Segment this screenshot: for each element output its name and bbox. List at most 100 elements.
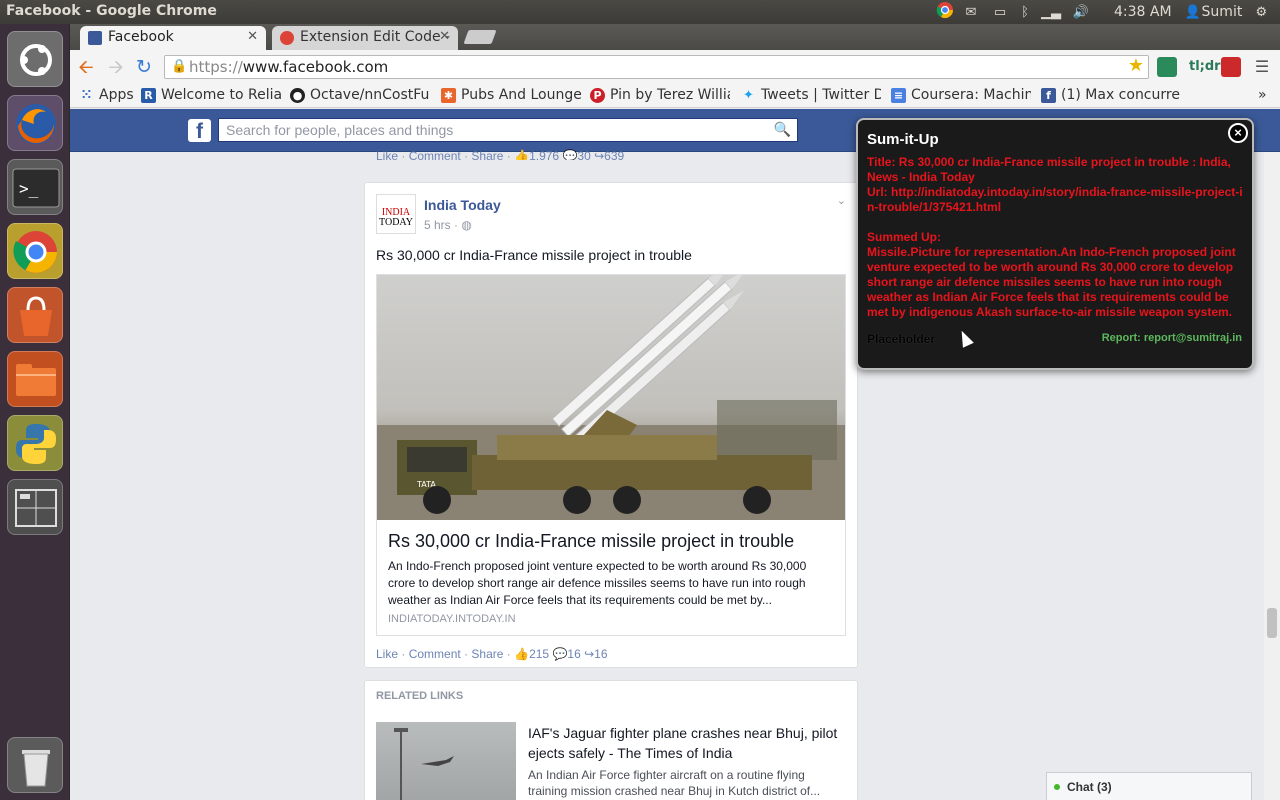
battery-icon[interactable]: ▭ <box>986 5 1014 20</box>
post-time[interactable]: 5 hrs <box>424 218 451 232</box>
trash-icon[interactable] <box>7 737 63 793</box>
red-book-extension-icon[interactable] <box>1221 57 1241 77</box>
comment-count[interactable]: 16 <box>567 647 580 661</box>
mouse-cursor-icon <box>956 328 974 348</box>
bookmark-label: Tweets | Twitter D <box>761 87 881 103</box>
tab-facebook[interactable]: Facebook ✕ <box>80 26 266 50</box>
python-icon[interactable] <box>7 415 63 471</box>
tab-close-icon[interactable]: ✕ <box>439 29 450 44</box>
bookmark-pubs[interactable]: ✱ Pubs And Lounges <box>441 87 581 103</box>
link-description: An Indo-French proposed joint venture ex… <box>388 559 807 607</box>
bookmark-label: Coursera: Machine <box>911 87 1031 103</box>
mail-icon[interactable]: ✉ <box>956 5 986 20</box>
tab-extension-edit[interactable]: Extension Edit Code - ✕ <box>272 26 458 50</box>
chrome-launcher-icon[interactable] <box>7 223 63 279</box>
volume-icon[interactable]: 🔊 <box>1066 5 1096 20</box>
comment-bubble-icon: 💬 <box>552 647 568 661</box>
post-text: Rs 30,000 cr India-France missile projec… <box>376 247 692 263</box>
zomato-icon: ✱ <box>441 88 456 103</box>
share-link[interactable]: Share <box>471 647 503 661</box>
bookmark-coursera[interactable]: ≡ Coursera: Machine <box>891 87 1031 103</box>
bookmarks-bar: ⁙ Apps R Welcome to Relian ● Octave/nnCo… <box>70 84 1280 108</box>
post-actions: Like · Comment · Share · 👍215 💬16 ↪16 <box>376 647 608 661</box>
apps-grid-icon: ⁙ <box>81 88 92 103</box>
files-icon[interactable] <box>7 351 63 407</box>
chrome-tray-icon[interactable] <box>934 1 956 23</box>
share-link[interactable]: Share <box>471 149 503 160</box>
bookmark-apps[interactable]: ⁙ Apps <box>79 87 145 103</box>
like-link[interactable]: Like <box>376 149 398 160</box>
like-count[interactable]: 215 <box>529 647 549 661</box>
tab-extension-edit-label: Extension Edit Code - <box>300 29 451 45</box>
popup-summed-label: Summed Up: <box>867 230 942 244</box>
comment-count[interactable]: 30 <box>577 149 590 160</box>
facebook-chat-bar[interactable]: Chat (3) <box>1046 772 1252 800</box>
share-count[interactable]: 639 <box>604 149 624 160</box>
india-today-avatar[interactable]: INDIA TODAY <box>376 194 416 234</box>
close-icon[interactable]: × <box>1228 123 1248 143</box>
post-author[interactable]: India Today <box>424 197 501 213</box>
clock[interactable]: 4:38 AM <box>1114 4 1172 20</box>
like-count[interactable]: 1,976 <box>529 149 559 160</box>
bookmark-label: Pubs And Lounges <box>461 87 581 103</box>
back-arrow-icon[interactable]: 🡨 <box>74 55 98 79</box>
page-scrollbar-thumb[interactable] <box>1267 608 1277 638</box>
window-title: Facebook - Google Chrome <box>6 3 217 19</box>
tab-strip: Facebook ✕ Extension Edit Code - ✕ <box>70 24 1280 50</box>
popup-report-link[interactable]: Report: report@sumitraj.in <box>1102 332 1242 344</box>
facebook-search-input[interactable]: Search for people, places and things 🔍 <box>218 118 798 142</box>
bookmark-label: Octave/nnCostFun <box>310 87 430 103</box>
share-count[interactable]: 16 <box>594 647 607 661</box>
jaguar-crash-thumbnail[interactable] <box>376 722 516 800</box>
bookmark-label: (1) Max concurrent <box>1061 87 1181 103</box>
system-top-panel: Facebook - Google Chrome ✉ ▭ ᛒ ▁▃ 🔊 4:38… <box>0 0 1280 24</box>
comment-link[interactable]: Comment <box>409 149 461 160</box>
missile-truck-image[interactable]: TATA <box>377 275 845 520</box>
bookmark-twitter[interactable]: ✦ Tweets | Twitter D <box>741 87 881 103</box>
tab-close-icon[interactable]: ✕ <box>247 29 258 44</box>
new-tab-button[interactable] <box>463 30 497 44</box>
twitter-bird-icon: ✦ <box>743 88 754 103</box>
firefox-icon[interactable] <box>7 95 63 151</box>
session-gear-icon[interactable]: ⚙ <box>1252 5 1270 20</box>
software-center-icon[interactable] <box>7 287 63 343</box>
user-name[interactable]: Sumit <box>1202 4 1243 20</box>
page-scrollbar[interactable] <box>1264 152 1280 800</box>
network-icon[interactable]: ▁▃ <box>1036 5 1066 20</box>
comment-link[interactable]: Comment <box>409 647 461 661</box>
related-link-title[interactable]: IAF's Jaguar fighter plane crashes near … <box>528 723 850 763</box>
previous-post-actions: Like · Comment · Share · 👍1,976 💬30 ↪639 <box>376 146 624 160</box>
bookmark-octave[interactable]: ● Octave/nnCostFun <box>290 87 430 103</box>
bluetooth-icon[interactable]: ᛒ <box>1014 5 1036 20</box>
popup-url-line[interactable]: Url: http://indiatoday.intoday.in/story/… <box>867 185 1247 215</box>
bookmark-pinterest[interactable]: P Pin by Terez Willia <box>590 87 730 103</box>
india-today-post: INDIA TODAY India Today 5 hrs · ◍ ⌄ Rs 30… <box>364 182 858 668</box>
address-bar[interactable]: 🔒 https://www.facebook.com ★ <box>164 55 1149 79</box>
comment-bubble-icon: 💬 <box>562 149 578 160</box>
tldr-extension-icon[interactable]: tl;dr <box>1189 57 1221 77</box>
chrome-menu-icon[interactable]: ☰ <box>1250 55 1274 79</box>
facebook-logo-icon[interactable]: f <box>188 119 211 143</box>
system-tray: ✉ ▭ ᛒ ▁▃ 🔊 4:38 AM 👤 Sumit ⚙ <box>934 0 1270 24</box>
user-icon[interactable]: 👤 <box>1184 5 1202 20</box>
bookmark-reliance[interactable]: R Welcome to Relian <box>141 87 281 103</box>
facebook-favicon-icon <box>88 31 102 45</box>
url-host: www.facebook.com <box>242 58 389 76</box>
bookmarks-overflow-chevron-icon[interactable]: » <box>1258 87 1267 103</box>
popup-title-line: Title: Rs 30,000 cr India-France missile… <box>867 155 1231 184</box>
search-icon[interactable]: 🔍 <box>774 121 791 138</box>
link-domain: INDIATODAY.INTODAY.IN <box>388 613 516 625</box>
evernote-extension-icon[interactable] <box>1157 57 1177 77</box>
popup-title: Sum-it-Up <box>867 131 939 148</box>
like-link[interactable]: Like <box>376 647 398 661</box>
post-options-chevron-icon[interactable]: ⌄ <box>837 194 846 207</box>
dash-home-icon[interactable] <box>7 31 63 87</box>
reload-icon[interactable]: ↻ <box>132 55 156 79</box>
forward-arrow-icon[interactable]: 🡪 <box>104 55 128 79</box>
bookmark-max-concurrent[interactable]: f (1) Max concurrent <box>1041 87 1181 103</box>
bookmark-star-icon[interactable]: ★ <box>1128 55 1144 76</box>
link-attachment[interactable]: TATA Rs 30,000 cr India-France missile p… <box>376 274 846 636</box>
terminal-icon[interactable]: >_ <box>7 159 63 215</box>
workspace-switcher-icon[interactable] <box>7 479 63 535</box>
link-title[interactable]: Rs 30,000 cr India-France missile projec… <box>388 531 794 552</box>
